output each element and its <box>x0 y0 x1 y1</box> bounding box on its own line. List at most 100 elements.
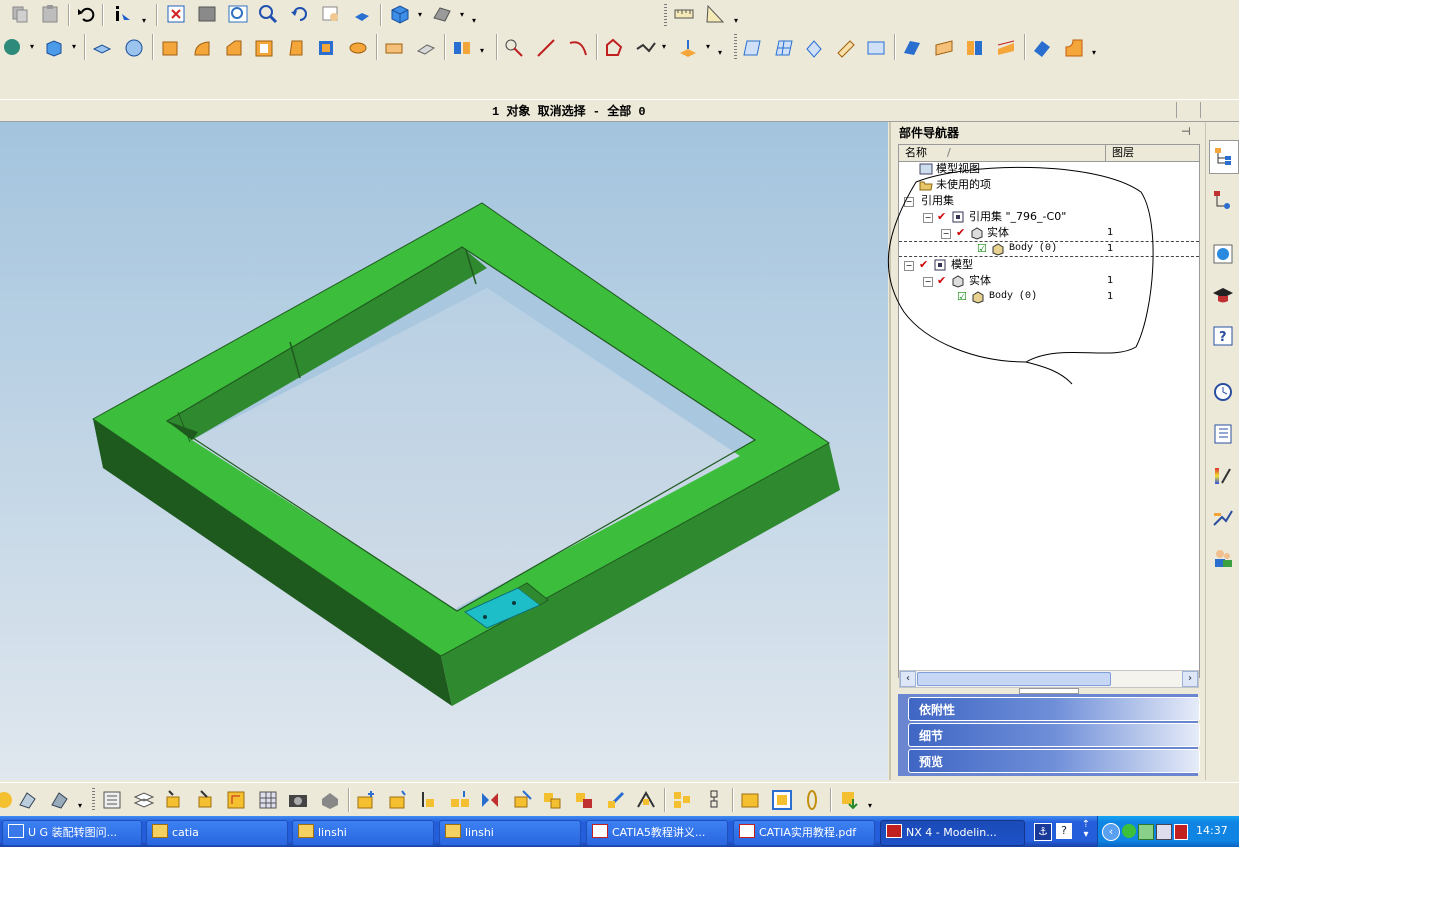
chevron-down-icon[interactable]: ▾ <box>1092 48 1096 57</box>
layer-settings-icon[interactable] <box>100 788 124 812</box>
component-array-icon[interactable] <box>448 788 472 812</box>
dependencies-panel[interactable]: 依附性 <box>908 697 1200 721</box>
web-browser-icon[interactable] <box>1209 238 1237 270</box>
ruled-icon[interactable] <box>834 36 858 60</box>
scroll-thumb[interactable] <box>917 672 1111 686</box>
preview-panel[interactable]: 预览 <box>908 749 1200 773</box>
create-component-icon[interactable] <box>386 788 410 812</box>
column-header-layer[interactable]: 图层 <box>1106 145 1199 162</box>
unite-icon[interactable] <box>382 36 406 60</box>
edge-blend-icon[interactable] <box>190 36 214 60</box>
toolbar-grip[interactable] <box>734 34 737 60</box>
view-sheet-icon[interactable] <box>770 788 794 812</box>
chevron-down-icon[interactable]: ▾ <box>868 801 872 810</box>
chevron-down-icon[interactable]: ▾ <box>480 46 484 55</box>
chevron-down-icon[interactable]: ▾ <box>706 42 710 51</box>
sphere-icon[interactable] <box>122 36 146 60</box>
boss-icon[interactable] <box>158 36 182 60</box>
visualization-icon[interactable] <box>1209 460 1237 492</box>
assembly-constraints-icon[interactable] <box>572 788 596 812</box>
column-header-name[interactable]: 名称 / <box>899 145 1106 162</box>
clip-icon[interactable] <box>800 788 824 812</box>
face-blend-icon[interactable] <box>1062 36 1086 60</box>
shaded-view-icon[interactable] <box>350 2 374 26</box>
spline-icon[interactable] <box>634 36 658 60</box>
visible-layers-icon[interactable] <box>132 788 156 812</box>
help-icon[interactable]: ? <box>1056 823 1072 839</box>
mirror-assembly-icon[interactable] <box>478 788 502 812</box>
chevron-down-icon[interactable]: ▾ <box>72 42 76 51</box>
paste-icon[interactable] <box>38 2 62 26</box>
drawing-icon[interactable] <box>738 788 762 812</box>
system-materials-icon[interactable] <box>1209 418 1237 450</box>
anchor-icon[interactable]: ⚓ <box>1034 823 1052 841</box>
history-icon[interactable] <box>1209 376 1237 408</box>
part-model[interactable] <box>0 122 888 780</box>
swept-icon[interactable] <box>802 36 826 60</box>
undo-icon[interactable] <box>74 2 98 26</box>
camera-icon[interactable] <box>286 788 310 812</box>
taskbar-button[interactable]: linshi <box>292 820 434 846</box>
chevron-down-icon[interactable]: ▾ <box>662 42 666 51</box>
through-mesh-icon[interactable] <box>772 36 796 60</box>
show-hide-icon[interactable] <box>48 788 72 812</box>
taskbar-button[interactable]: U G 装配转图问... <box>2 820 142 846</box>
shell-icon[interactable] <box>252 36 276 60</box>
line-icon[interactable] <box>534 36 558 60</box>
bounded-plane-icon[interactable] <box>864 36 888 60</box>
chevron-down-icon[interactable]: ▾ <box>460 10 464 19</box>
pocket-icon[interactable] <box>314 36 338 60</box>
monitor-icon[interactable] <box>1156 824 1172 840</box>
copy-icon[interactable] <box>8 2 32 26</box>
chevron-down-icon[interactable]: ▾ <box>734 16 738 25</box>
exploded-view-icon[interactable] <box>634 788 658 812</box>
block-icon[interactable] <box>90 36 114 60</box>
assembly-navigator-icon[interactable] <box>1209 140 1239 174</box>
sew-icon[interactable] <box>962 36 986 60</box>
offset-surface-icon[interactable] <box>900 36 924 60</box>
network-icon[interactable] <box>1122 824 1136 838</box>
rotate-icon[interactable] <box>288 2 312 26</box>
wave-geometry-linker-icon[interactable] <box>670 788 694 812</box>
curve-icon[interactable] <box>602 36 626 60</box>
copy-to-layer-icon[interactable] <box>194 788 218 812</box>
toolbar-grip[interactable] <box>664 4 667 26</box>
add-component-icon[interactable] <box>354 788 378 812</box>
information-icon[interactable] <box>110 2 134 26</box>
taskbar-button[interactable]: CATIA5教程讲义... <box>586 820 728 846</box>
chevron-down-icon[interactable]: ▾ <box>472 16 476 25</box>
chevron-down-icon[interactable]: ▾ <box>142 16 146 25</box>
background-icon[interactable] <box>430 2 454 26</box>
details-panel[interactable]: 细节 <box>908 723 1200 747</box>
scroll-right-icon[interactable]: › <box>1182 671 1198 687</box>
chevron-down-icon[interactable]: ▾ <box>718 48 722 57</box>
through-curves-icon[interactable] <box>740 36 764 60</box>
measure-angle-icon[interactable] <box>703 2 727 26</box>
pan-icon[interactable] <box>319 2 343 26</box>
taskbar-button[interactable]: linshi <box>439 820 581 846</box>
zoom-in-out-icon[interactable] <box>256 2 280 26</box>
grid-icon[interactable] <box>256 788 280 812</box>
zoom-window-icon[interactable] <box>195 2 219 26</box>
tree-horizontal-scrollbar[interactable]: ‹ › <box>899 670 1199 688</box>
security-icon[interactable] <box>1138 824 1154 840</box>
link-icon[interactable] <box>702 788 726 812</box>
part-navigator-icon[interactable] <box>1209 184 1237 216</box>
extension-icon[interactable] <box>994 36 1018 60</box>
move-to-layer-icon[interactable] <box>162 788 186 812</box>
subtract-icon[interactable] <box>414 36 438 60</box>
help-icon[interactable]: ? <box>1209 320 1237 352</box>
reposition-component-icon[interactable] <box>510 788 534 812</box>
update-icon[interactable] <box>838 788 862 812</box>
shield-icon[interactable] <box>1174 824 1188 840</box>
move-component-icon[interactable] <box>604 788 628 812</box>
zoom-icon[interactable] <box>226 2 250 26</box>
draft-icon[interactable] <box>284 36 308 60</box>
thicken-icon[interactable] <box>1030 36 1054 60</box>
process-studio-icon[interactable] <box>1209 502 1237 534</box>
chamfer-icon[interactable] <box>222 36 246 60</box>
clock[interactable]: 14:37 <box>1196 824 1228 837</box>
project-curve-icon[interactable] <box>676 36 700 60</box>
training-icon[interactable] <box>1209 280 1237 312</box>
shaded-hidden-icon[interactable] <box>318 788 342 812</box>
